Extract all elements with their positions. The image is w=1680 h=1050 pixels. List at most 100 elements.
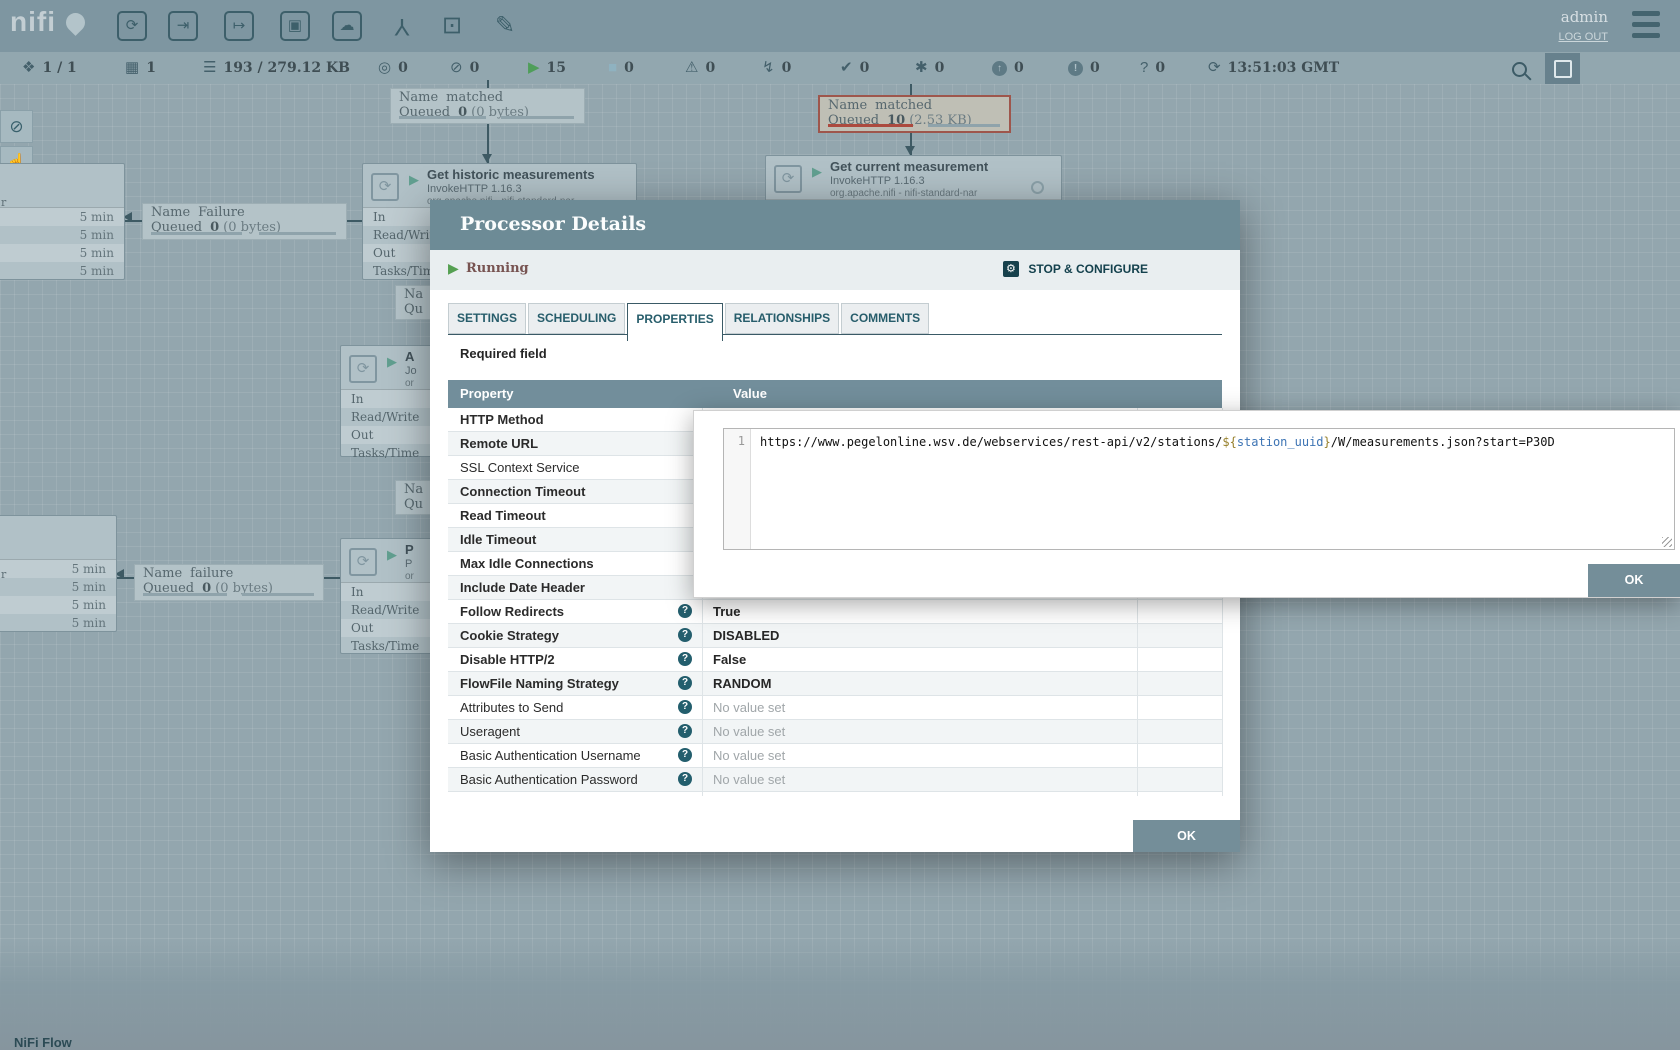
processor-p-left-bottom[interactable]: 5 min5 min5 min5 min <box>0 515 117 632</box>
remote-process-group-icon[interactable]: ☁ <box>332 11 362 41</box>
stat-row: 5 min <box>0 614 116 632</box>
help-icon[interactable]: ? <box>678 676 692 690</box>
stop-and-configure-button[interactable]: ⚙ STOP & CONFIGURE <box>1003 260 1148 278</box>
navigate-palette-button[interactable]: ⊘ <box>0 110 33 143</box>
property-value[interactable]: No value set <box>702 696 1137 719</box>
status-item-stopped: ■0 <box>608 52 634 84</box>
tab-relationships[interactable]: RELATIONSHIPS <box>725 303 839 334</box>
property-value[interactable]: True <box>702 600 1137 623</box>
editor-ok-button[interactable]: OK <box>1588 564 1680 597</box>
help-icon[interactable]: ? <box>678 652 692 666</box>
funnel-icon[interactable]: Y <box>387 11 417 41</box>
property-value[interactable]: No value set <box>702 720 1137 743</box>
resize-handle-icon[interactable] <box>1662 537 1672 547</box>
note-icon <box>1554 60 1572 78</box>
help-icon[interactable]: ? <box>678 748 692 762</box>
processor-icon[interactable]: ⟳ <box>117 11 147 41</box>
help-icon[interactable]: ? <box>678 700 692 714</box>
process-group-icon[interactable]: ▣ <box>280 11 310 41</box>
property-row[interactable]: Attributes to Send?No value set <box>448 696 1222 720</box>
stat-row: 5 min <box>0 244 124 262</box>
breadcrumb-nifi-flow[interactable]: NiFi Flow <box>14 1035 72 1050</box>
stat-value: 5 min <box>80 208 114 226</box>
status-value: 0 <box>935 60 945 76</box>
processor-p-left-top[interactable]: 5 min5 min5 min5 min <box>0 163 125 280</box>
stat-label: In <box>351 392 363 406</box>
tab-settings[interactable]: SETTINGS <box>448 303 526 334</box>
queue-name-row: Namematched <box>828 98 932 113</box>
property-name: Read Timeout <box>448 504 702 527</box>
url-segment-plain: https://www.pegelonline.wsv.de/webservic… <box>760 435 1222 449</box>
label-icon[interactable]: ✎ <box>490 11 520 41</box>
processor-name: A <box>405 349 414 364</box>
property-value[interactable]: No value set <box>702 768 1137 791</box>
property-value[interactable]: RANDOM <box>702 672 1137 695</box>
status-item-up-to-date: ✔0 <box>840 52 869 84</box>
output-port-icon[interactable]: ↦ <box>224 11 254 41</box>
status-value: 15 <box>547 60 566 76</box>
connection-label-q-mid-left[interactable]: NameFailureQueued0(0 bytes) <box>142 203 347 240</box>
status-item-refresh[interactable]: ⟳13:51:03 GMT <box>1208 52 1339 84</box>
process-groups-icon: ▦ <box>125 59 139 76</box>
property-name: Cookie Strategy? <box>448 624 702 647</box>
status-item-stale: ↑0 <box>992 52 1024 84</box>
property-name: Basic Authentication Password? <box>448 768 702 791</box>
queued-icon: ☰ <box>203 59 216 76</box>
remote-url-value[interactable]: https://www.pegelonline.wsv.de/webservic… <box>752 429 1674 549</box>
property-row[interactable]: FlowFile Naming Strategy?RANDOM <box>448 672 1222 696</box>
run-status-icon: ▶ <box>812 164 822 180</box>
bulletin-board-button[interactable] <box>1545 53 1580 84</box>
property-row[interactable]: Cookie Strategy?DISABLED <box>448 624 1222 648</box>
connection-label-q-top-right[interactable]: NamematchedQueued10(2.53 KB) <box>818 95 1011 133</box>
url-segment-plain: /W/measurements.json?start=P30D <box>1331 435 1555 449</box>
connection-label-q-bottom-left[interactable]: NamefailureQueued0(0 bytes) <box>134 564 324 601</box>
dialog-ok-button[interactable]: OK <box>1133 820 1240 852</box>
tab-underline <box>448 334 1222 335</box>
percent-bar <box>242 593 313 596</box>
name-value: matched <box>446 90 503 105</box>
tab-scheduling[interactable]: SCHEDULING <box>528 303 625 334</box>
queue-name-row: Namematched <box>399 90 503 105</box>
row-extra-cell <box>1137 624 1222 647</box>
help-icon[interactable]: ? <box>678 724 692 738</box>
processor-type-icon: ⟳ <box>371 173 399 201</box>
sync-failure-icon: ? <box>1140 59 1148 76</box>
property-name: ? <box>448 792 702 796</box>
stat-value: 5 min <box>80 262 114 280</box>
template-icon[interactable]: ⊡ <box>437 11 467 41</box>
property-row[interactable]: Basic Authentication Username?No value s… <box>448 744 1222 768</box>
property-row[interactable]: Basic Authentication Password?No value s… <box>448 768 1222 792</box>
status-value: 0 <box>1090 60 1100 76</box>
search-icon[interactable] <box>1512 62 1527 77</box>
dialog-status-strip: ▶ Running ⚙ STOP & CONFIGURE <box>430 250 1240 290</box>
property-row[interactable]: Useragent?No value set <box>448 720 1222 744</box>
tab-properties[interactable]: PROPERTIES <box>627 303 722 341</box>
property-name: Remote URL <box>448 432 702 455</box>
logout-link[interactable]: LOG OUT <box>1558 31 1608 43</box>
property-value[interactable]: False <box>702 648 1137 671</box>
status-item-transmitting: ◎0 <box>378 52 408 84</box>
help-icon[interactable]: ? <box>678 628 692 642</box>
input-port-icon[interactable]: ⇥ <box>168 11 198 41</box>
row-extra-cell <box>1137 792 1222 796</box>
property-row[interactable]: Disable HTTP/2?False <box>448 648 1222 672</box>
property-value[interactable]: DISABLED <box>702 624 1137 647</box>
row-extra-cell <box>1137 672 1222 695</box>
connection-label-q-top-left[interactable]: NamematchedQueued0(0 bytes) <box>390 88 585 124</box>
property-name: Connection Timeout <box>448 480 702 503</box>
help-icon[interactable]: ? <box>678 772 692 786</box>
property-row[interactable]: Follow Redirects?True <box>448 600 1222 624</box>
status-value: 1 <box>146 60 156 76</box>
property-value[interactable]: No value set <box>702 744 1137 767</box>
value-editor-textarea[interactable]: 1 https://www.pegelonline.wsv.de/webserv… <box>723 428 1675 550</box>
processor-type-icon: ⟳ <box>349 355 377 383</box>
help-icon[interactable]: ? <box>678 604 692 618</box>
status-value: 0 <box>470 60 480 76</box>
queue-text-fragment: Na <box>404 287 423 302</box>
not-transmitting-icon: ⊘ <box>450 59 463 76</box>
property-row-partial[interactable]: ? <box>448 792 1222 796</box>
name-label: Name <box>828 98 867 113</box>
global-menu-icon[interactable] <box>1632 11 1660 44</box>
tab-comments[interactable]: COMMENTS <box>841 303 929 334</box>
locally-modified-icon: ✱ <box>915 59 928 76</box>
